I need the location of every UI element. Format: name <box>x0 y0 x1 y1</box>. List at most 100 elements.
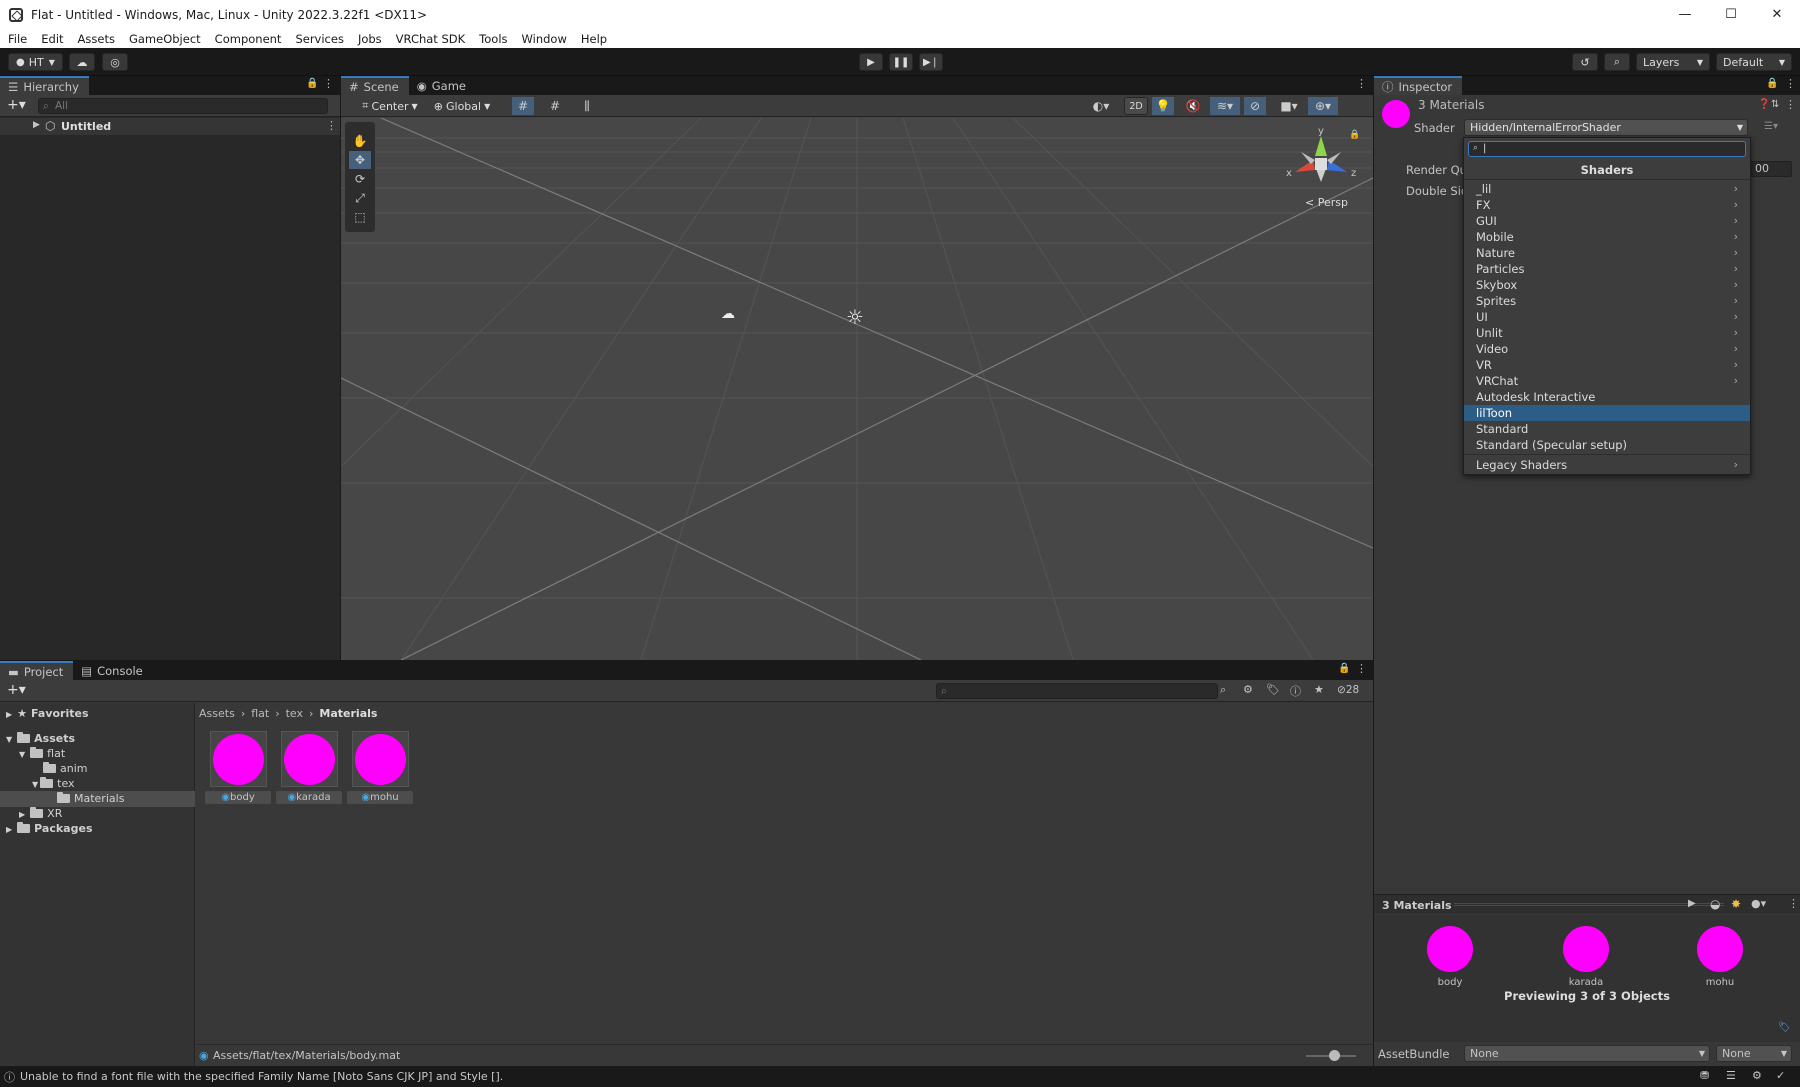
toggle-2d-button[interactable]: 2D <box>1124 97 1148 115</box>
tree-packages[interactable]: ▶ Packages <box>6 822 93 836</box>
snap-settings-button[interactable]: ⫼ <box>576 97 598 115</box>
layers-dropdown[interactable]: Layers ▼ <box>1636 53 1710 71</box>
help-icon[interactable]: ❓ <box>1758 99 1770 110</box>
menu-jobs[interactable]: Jobs <box>350 32 388 46</box>
shader-search-input[interactable]: ⌕ | <box>1468 141 1746 157</box>
menu-window[interactable]: Window <box>514 32 573 46</box>
rotate-tool[interactable]: ⟳ <box>349 170 371 188</box>
more-icon[interactable]: ⋮ <box>1785 77 1796 90</box>
lock-icon[interactable]: 🔒 <box>1338 663 1350 674</box>
preview-drag-handle[interactable] <box>1454 903 1724 906</box>
undo-history-button[interactable]: ↺ <box>1572 53 1598 71</box>
menu-gameobject[interactable]: GameObject <box>121 32 207 46</box>
asset-item-mohu[interactable]: ◉mohu <box>347 731 413 811</box>
debug-icon[interactable]: ⚙ <box>1752 1069 1762 1082</box>
tree-materials-selected[interactable]: Materials <box>0 791 195 807</box>
menu-services[interactable]: Services <box>287 32 350 46</box>
breadcrumb-flat[interactable]: flat <box>251 707 269 720</box>
menu-component[interactable]: Component <box>207 32 288 46</box>
list-icon[interactable]: ☰▾ <box>1764 121 1778 132</box>
visibility-toggle[interactable]: ⊘ <box>1244 97 1266 115</box>
menu-vrchat-sdk[interactable]: VRChat SDK <box>388 32 472 46</box>
shader-menu-item-ui[interactable]: UI › <box>1464 309 1750 325</box>
tab-game[interactable]: ◉ Game <box>409 76 476 95</box>
scene-grid[interactable] <box>341 118 1373 660</box>
scale-tool[interactable]: ⤢ <box>349 189 371 207</box>
icon-size-slider-handle[interactable] <box>1329 1050 1340 1061</box>
gizmos-dropdown[interactable]: ⊕▾ <box>1308 97 1338 115</box>
hierarchy-search-input[interactable]: ⌕ All <box>38 98 328 114</box>
layout-dropdown[interactable]: Default ▼ <box>1716 53 1792 71</box>
tree-favorites[interactable]: ▶ ★ Favorites <box>6 707 89 721</box>
shader-menu-item-mobile[interactable]: Mobile › <box>1464 229 1750 245</box>
grid-snap-button[interactable]: # <box>512 97 534 115</box>
tag-icon[interactable]: 🏷 <box>1778 1022 1791 1033</box>
shader-menu-item-vrchat[interactable]: VRChat › <box>1464 373 1750 389</box>
cache-icon[interactable]: ☰ <box>1726 1069 1736 1082</box>
shader-dropdown[interactable]: Hidden/InternalErrorShader ▼ <box>1464 119 1748 136</box>
pivot-dropdown[interactable]: ⌗ Center ▼ <box>357 97 423 115</box>
minimize-button[interactable]: — <box>1662 0 1708 29</box>
mesh-dropdown-icon[interactable]: ●▾ <box>1751 897 1766 910</box>
network-icon[interactable]: ⛃ <box>1700 1069 1709 1082</box>
tab-scene[interactable]: # Scene <box>341 76 409 95</box>
shader-menu-item-fx[interactable]: FX › <box>1464 197 1750 213</box>
camera-gizmo-icon[interactable]: ☁ <box>721 306 735 322</box>
tree-assets[interactable]: ▼ Assets <box>6 732 75 746</box>
asset-item-body[interactable]: ◉body <box>205 731 271 811</box>
menu-tools[interactable]: Tools <box>471 32 513 46</box>
more-icon[interactable]: ⋮ <box>326 119 337 132</box>
audio-toggle[interactable]: 🔇 <box>1182 97 1204 115</box>
filter-type-icon[interactable]: ⚙ <box>1243 683 1253 696</box>
shader-menu-item-gui[interactable]: GUI › <box>1464 213 1750 229</box>
camera-dropdown[interactable]: ■▾ <box>1274 97 1304 115</box>
hand-tool[interactable]: ✋ <box>349 132 371 150</box>
breadcrumb-tex[interactable]: tex <box>286 707 303 720</box>
tree-xr[interactable]: ▶ XR <box>19 807 62 821</box>
step-button[interactable]: ▶❘ <box>919 53 943 71</box>
snap-increment-button[interactable]: # <box>544 97 566 115</box>
shader-menu-item-standard-specular[interactable]: Standard (Specular setup) <box>1464 437 1750 453</box>
more-icon[interactable]: ⋮ <box>1356 662 1367 675</box>
shader-menu-item-lil[interactable]: _lil › <box>1464 181 1750 197</box>
tree-flat[interactable]: ▼ flat <box>19 747 65 761</box>
lock-icon[interactable]: 🔒 <box>306 78 318 89</box>
cloud-button[interactable]: ☁ <box>69 53 95 71</box>
play-button[interactable]: ▶ <box>859 53 883 71</box>
check-icon[interactable]: ✓ <box>1776 1069 1785 1082</box>
lock-icon[interactable]: 🔒 <box>1766 78 1778 89</box>
tab-console[interactable]: ▤ Console <box>73 661 153 680</box>
lock-icon[interactable]: 🔒 <box>1349 130 1360 140</box>
menu-assets[interactable]: Assets <box>70 32 121 46</box>
shader-menu-item-liltoon[interactable]: lilToon <box>1464 405 1750 421</box>
lighting-toggle[interactable]: 💡 <box>1152 97 1174 115</box>
sphere-icon[interactable]: ◒ <box>1710 897 1720 911</box>
label-icon[interactable]: 🏷 <box>1266 683 1280 696</box>
more-icon[interactable]: ⋮ <box>1788 897 1799 910</box>
star-icon[interactable]: ★ <box>1314 683 1324 696</box>
menu-file[interactable]: File <box>0 32 33 46</box>
effects-toggle[interactable]: ≋▾ <box>1210 97 1240 115</box>
scene-row[interactable]: ▶ ⬡ Untitled ⋮ <box>0 118 340 135</box>
shader-menu-item-video[interactable]: Video › <box>1464 341 1750 357</box>
shader-menu-item-vr[interactable]: VR › <box>1464 357 1750 373</box>
shader-menu-item-standard[interactable]: Standard <box>1464 421 1750 437</box>
settings-icon[interactable]: ⇅ <box>1771 99 1779 110</box>
search-by-type-icon[interactable]: ⌕ <box>1220 683 1226 697</box>
shader-menu-item-skybox[interactable]: Skybox › <box>1464 277 1750 293</box>
close-button[interactable]: ✕ <box>1754 0 1800 29</box>
draw-mode-button[interactable]: ◐▾ <box>1086 97 1116 115</box>
rect-tool[interactable]: ⬚ <box>349 208 371 226</box>
menu-edit[interactable]: Edit <box>33 32 69 46</box>
shader-menu-item-nature[interactable]: Nature › <box>1464 245 1750 261</box>
collab-button[interactable]: ◎ <box>102 53 128 71</box>
project-search-input[interactable]: ⌕ <box>936 683 1218 699</box>
light-icon[interactable]: ✸ <box>1731 897 1741 911</box>
expand-arrow-icon[interactable]: ▶ <box>33 120 40 130</box>
more-icon[interactable]: ⋮ <box>1785 98 1796 111</box>
account-dropdown[interactable]: ● HT ▼ <box>8 53 63 71</box>
assetbundle-variant-dropdown[interactable]: None ▼ <box>1716 1045 1792 1062</box>
search-button[interactable]: ⌕ <box>1604 53 1630 71</box>
perspective-label[interactable]: < Persp <box>1305 196 1348 209</box>
more-icon[interactable]: ⋮ <box>1356 77 1367 90</box>
